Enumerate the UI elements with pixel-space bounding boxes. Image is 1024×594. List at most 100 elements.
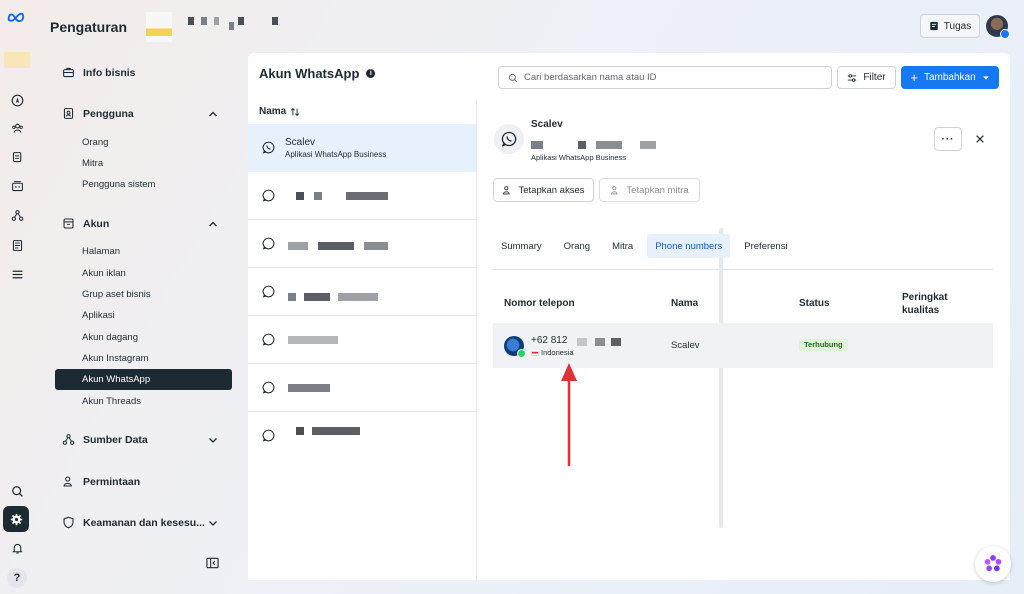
- nav-info-bisnis[interactable]: Info bisnis: [62, 66, 136, 79]
- nav-akun-whatsapp[interactable]: Akun WhatsApp: [55, 369, 232, 390]
- whatsapp-icon: [262, 189, 275, 202]
- list-item[interactable]: [248, 412, 476, 460]
- chevron-up-icon[interactable]: [208, 219, 218, 229]
- list-item[interactable]: [248, 220, 476, 268]
- whatsapp-icon: [262, 141, 275, 154]
- list-header-label: Nama: [259, 106, 287, 117]
- redacted-block: [229, 22, 234, 30]
- nav-keamanan[interactable]: Keamanan dan kesesu...: [62, 516, 205, 529]
- nav-akun-instagram[interactable]: Akun Instagram: [82, 353, 149, 364]
- assistant-button[interactable]: [975, 546, 1011, 582]
- nav-grup-aset-bisnis[interactable]: Grup aset bisnis: [82, 289, 151, 300]
- assign-access-button[interactable]: Tetapkan akses: [493, 178, 594, 202]
- person-icon: [611, 186, 618, 195]
- redacted-block: [346, 192, 388, 200]
- network-icon[interactable]: [7, 205, 27, 225]
- search-input[interactable]: [524, 72, 804, 83]
- assign-partner-button[interactable]: Tetapkan mitra: [599, 178, 700, 202]
- nav-pengguna[interactable]: Pengguna: [62, 107, 134, 120]
- tasks-label: Tugas: [943, 20, 972, 32]
- nav-info-bisnis-label: Info bisnis: [83, 66, 136, 79]
- tab-phone-numbers[interactable]: Phone numbers: [647, 234, 731, 258]
- facebook-badge-icon: [1000, 29, 1010, 39]
- whatsapp-account-avatar: [494, 124, 524, 154]
- filter-button[interactable]: Filter: [837, 66, 896, 89]
- notifications-bell-icon[interactable]: [7, 538, 27, 558]
- nav-akun-dagang[interactable]: Akun dagang: [82, 332, 138, 343]
- collapse-sidebar-icon[interactable]: [206, 557, 219, 569]
- business-thumbnail[interactable]: [4, 52, 30, 68]
- close-icon: [976, 135, 984, 143]
- search-icon[interactable]: [7, 481, 27, 501]
- more-options-button[interactable]: ···: [934, 127, 962, 151]
- phone-country-label: Indonesia: [541, 348, 574, 357]
- help-icon[interactable]: ?: [7, 568, 27, 588]
- business-logo: [146, 12, 172, 42]
- list-header-nama[interactable]: Nama: [259, 106, 300, 117]
- list-item[interactable]: [248, 316, 476, 364]
- column-header-quality: Peringkat kualitas: [902, 292, 948, 316]
- tasks-button[interactable]: Tugas: [920, 14, 980, 38]
- redacted-block: [577, 338, 587, 346]
- redacted-block: [314, 192, 322, 200]
- info-icon[interactable]: i: [366, 69, 376, 78]
- redacted-block: [288, 293, 296, 301]
- redacted-block: [611, 338, 621, 346]
- redacted-block: [272, 17, 278, 25]
- billing-icon[interactable]: [7, 235, 27, 255]
- add-button[interactable]: + Tambahkan: [901, 66, 999, 89]
- catalog-icon[interactable]: [7, 176, 27, 196]
- data-source-icon: [62, 434, 75, 445]
- people-icon[interactable]: [7, 118, 27, 138]
- nav-orang[interactable]: Orang: [82, 137, 108, 148]
- nav-akun-threads[interactable]: Akun Threads: [82, 396, 141, 407]
- list-item[interactable]: [248, 364, 476, 412]
- list-item[interactable]: [248, 172, 476, 220]
- nav-sumber-data[interactable]: Sumber Data: [62, 433, 148, 446]
- list-item[interactable]: Scalev Aplikasi WhatsApp Business: [248, 124, 476, 172]
- nav-halaman[interactable]: Halaman: [82, 246, 120, 257]
- tab-mitra[interactable]: Mitra: [604, 234, 641, 258]
- phone-number: +62 812: [531, 335, 568, 346]
- nav-akun-iklan[interactable]: Akun iklan: [82, 268, 126, 279]
- phone-display-name: Scalev: [671, 340, 700, 351]
- filter-sliders-icon: [848, 73, 857, 82]
- whatsapp-icon: [262, 333, 275, 346]
- nav-permintaan[interactable]: Permintaan: [62, 475, 140, 488]
- user-avatar[interactable]: [986, 15, 1010, 39]
- chevron-down-icon[interactable]: [208, 435, 218, 445]
- tab-preferensi[interactable]: Preferensi: [736, 234, 795, 258]
- meta-logo-icon[interactable]: [7, 7, 27, 27]
- nav-aplikasi[interactable]: Aplikasi: [82, 310, 115, 321]
- tabs-divider: [493, 269, 993, 270]
- list-item[interactable]: [248, 268, 476, 316]
- redacted-block: [531, 141, 543, 149]
- table-row[interactable]: +62 812 Indonesia Scalev Terhubung: [493, 323, 993, 368]
- redacted-block: [304, 293, 330, 301]
- chevron-down-icon[interactable]: [208, 518, 218, 528]
- nav-pengguna-label: Pengguna: [83, 107, 134, 120]
- redacted-block: [201, 17, 207, 25]
- search-box[interactable]: [498, 66, 832, 89]
- account-name: Scalev: [285, 137, 316, 148]
- nav-mitra[interactable]: Mitra: [82, 158, 103, 169]
- whatsapp-icon: [262, 429, 275, 442]
- redacted-block: [578, 141, 586, 149]
- tab-orang[interactable]: Orang: [556, 234, 598, 258]
- nav-pengguna-sistem[interactable]: Pengguna sistem: [82, 179, 155, 190]
- phone-number-profile-icon: [504, 336, 526, 358]
- documents-icon[interactable]: [7, 147, 27, 167]
- close-button[interactable]: [972, 131, 988, 147]
- sort-icon: [291, 107, 300, 116]
- nav-akun[interactable]: Akun: [62, 217, 109, 230]
- menu-icon[interactable]: [7, 264, 27, 284]
- tab-summary[interactable]: Summary: [493, 234, 550, 258]
- whatsapp-icon: [262, 285, 275, 298]
- settings-gear-icon[interactable]: [3, 506, 29, 532]
- redacted-block: [318, 242, 354, 250]
- compass-icon[interactable]: [7, 90, 27, 110]
- list-scrollbar[interactable]: [719, 228, 723, 528]
- redacted-block: [214, 17, 219, 25]
- chevron-up-icon[interactable]: [208, 109, 218, 119]
- account-subtitle: Aplikasi WhatsApp Business: [285, 150, 387, 159]
